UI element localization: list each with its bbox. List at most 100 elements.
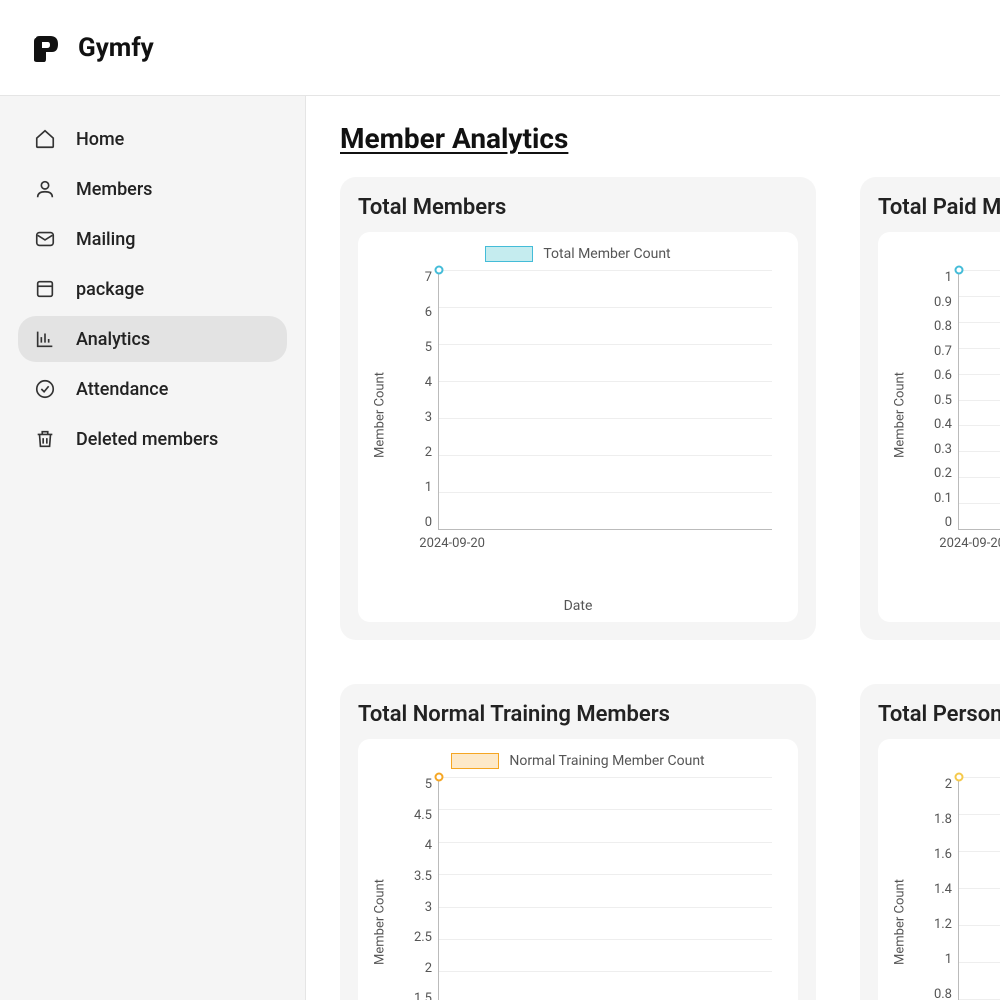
card-personal-training: Total Person Member Count21.81.61.41.210…: [860, 684, 1000, 1000]
legend-text: Normal Training Member Count: [509, 753, 704, 769]
grid-line: [439, 874, 772, 875]
nav-label: Analytics: [76, 329, 150, 350]
grid-line: [439, 939, 772, 940]
legend-text: Total Member Count: [543, 246, 670, 262]
plot-area: 2024-09-20: [438, 777, 772, 1000]
chart-legend: [896, 246, 1000, 262]
main-content: Member Analytics Total Members Total Mem…: [306, 96, 1000, 1000]
y-axis: 10.90.80.70.60.50.40.30.20.10: [928, 270, 952, 530]
nav-item-analytics[interactable]: Analytics: [18, 316, 287, 362]
y-axis-label: Member Count: [893, 879, 908, 965]
y-tick: 0.9: [934, 295, 952, 310]
y-tick: 5: [425, 777, 432, 792]
data-point: [435, 266, 444, 275]
y-tick: 5: [425, 340, 432, 355]
nav-label: Members: [76, 179, 152, 200]
card-title: Total Person: [878, 702, 1000, 727]
home-icon: [34, 128, 56, 150]
grid-line: [959, 477, 1000, 478]
y-tick: 4: [425, 375, 432, 390]
app-name: Gymfy: [78, 33, 154, 63]
y-tick: 0.7: [934, 344, 952, 359]
x-tick: 2024-09-20: [939, 536, 1000, 551]
grid-line: [439, 492, 772, 493]
chart-box: Total Member CountMember Count7654321020…: [358, 232, 798, 622]
grid-line: [439, 418, 772, 419]
y-tick: 0.2: [934, 466, 952, 481]
grid-line: [959, 400, 1000, 401]
sidebar: Home Members Mailing package Analytics A…: [0, 96, 306, 1000]
plot-area: 2024-09-20: [958, 777, 1000, 1000]
grid-line: [439, 842, 772, 843]
chart-area: Member Count10.90.80.70.60.50.40.30.20.1…: [936, 270, 1000, 560]
grid-line: [959, 374, 1000, 375]
y-tick: 0.4: [934, 417, 952, 432]
y-tick: 2: [425, 961, 432, 976]
nav-item-members[interactable]: Members: [18, 166, 287, 212]
y-tick: 0: [425, 515, 432, 530]
grid-line: [959, 888, 1000, 889]
nav-item-deleted[interactable]: Deleted members: [18, 416, 287, 462]
logo-icon: [30, 32, 62, 64]
grid-line: [439, 270, 772, 271]
y-axis-label: Member Count: [893, 372, 908, 458]
grid-line: [959, 814, 1000, 815]
y-tick: 6: [425, 305, 432, 320]
y-tick: 1.4: [934, 882, 952, 897]
y-tick: 3: [425, 900, 432, 915]
grid-line: [959, 451, 1000, 452]
nav-item-package[interactable]: package: [18, 266, 287, 312]
logo[interactable]: Gymfy: [30, 32, 154, 64]
x-axis-label: Date: [896, 598, 1000, 614]
chart-area: Member Count21.81.61.41.210.80.62024-09-…: [936, 777, 1000, 1000]
y-tick: 7: [425, 270, 432, 285]
trash-icon: [34, 428, 56, 450]
y-tick: 1.6: [934, 847, 952, 862]
chart-box: Member Count21.81.61.41.210.80.62024-09-…: [878, 739, 1000, 1000]
card-title: Total Normal Training Members: [358, 702, 798, 727]
chart-legend: Normal Training Member Count: [376, 753, 780, 769]
y-tick: 2: [945, 777, 952, 792]
y-tick: 1: [945, 270, 952, 285]
card-total-members: Total Members Total Member CountMember C…: [340, 177, 816, 640]
y-tick: 1.5: [414, 991, 432, 1000]
nav-label: Deleted members: [76, 429, 218, 450]
nav-item-mailing[interactable]: Mailing: [18, 216, 287, 262]
y-tick: 0.1: [934, 491, 952, 506]
y-tick: 0.8: [934, 319, 952, 334]
grid-line: [439, 777, 772, 778]
chart-area: Member Count54.543.532.521.512024-09-20: [416, 777, 772, 1000]
grid-line: [439, 381, 772, 382]
y-axis-label: Member Count: [373, 372, 388, 458]
grid-line: [959, 962, 1000, 963]
grid-line: [439, 971, 772, 972]
grid-line: [959, 270, 1000, 271]
y-tick: 0.8: [934, 987, 952, 1000]
chart-box: Normal Training Member CountMember Count…: [358, 739, 798, 1000]
user-icon: [34, 178, 56, 200]
x-axis-label: Date: [376, 598, 780, 614]
legend-swatch: [451, 753, 499, 769]
grid-line: [439, 907, 772, 908]
y-tick: 1.8: [934, 812, 952, 827]
y-tick: 0.6: [934, 368, 952, 383]
page-title: Member Analytics: [340, 122, 966, 155]
y-axis: 21.81.61.41.210.80.6: [928, 777, 952, 1000]
nav-item-attendance[interactable]: Attendance: [18, 366, 287, 412]
y-tick: 1: [945, 952, 952, 967]
chart-box: Member Count10.90.80.70.60.50.40.30.20.1…: [878, 232, 1000, 622]
header: Gymfy: [0, 0, 1000, 96]
grid-line: [959, 503, 1000, 504]
y-tick: 0.5: [934, 393, 952, 408]
y-tick: 2.5: [414, 930, 432, 945]
grid-line: [959, 425, 1000, 426]
nav-item-home[interactable]: Home: [18, 116, 287, 162]
card-title: Total Paid M: [878, 195, 1000, 220]
y-tick: 3.5: [414, 869, 432, 884]
package-icon: [34, 278, 56, 300]
data-point: [435, 773, 444, 782]
grid-line: [439, 307, 772, 308]
grid-line: [959, 777, 1000, 778]
y-axis: 76543210: [408, 270, 432, 530]
chart-legend: Total Member Count: [376, 246, 780, 262]
